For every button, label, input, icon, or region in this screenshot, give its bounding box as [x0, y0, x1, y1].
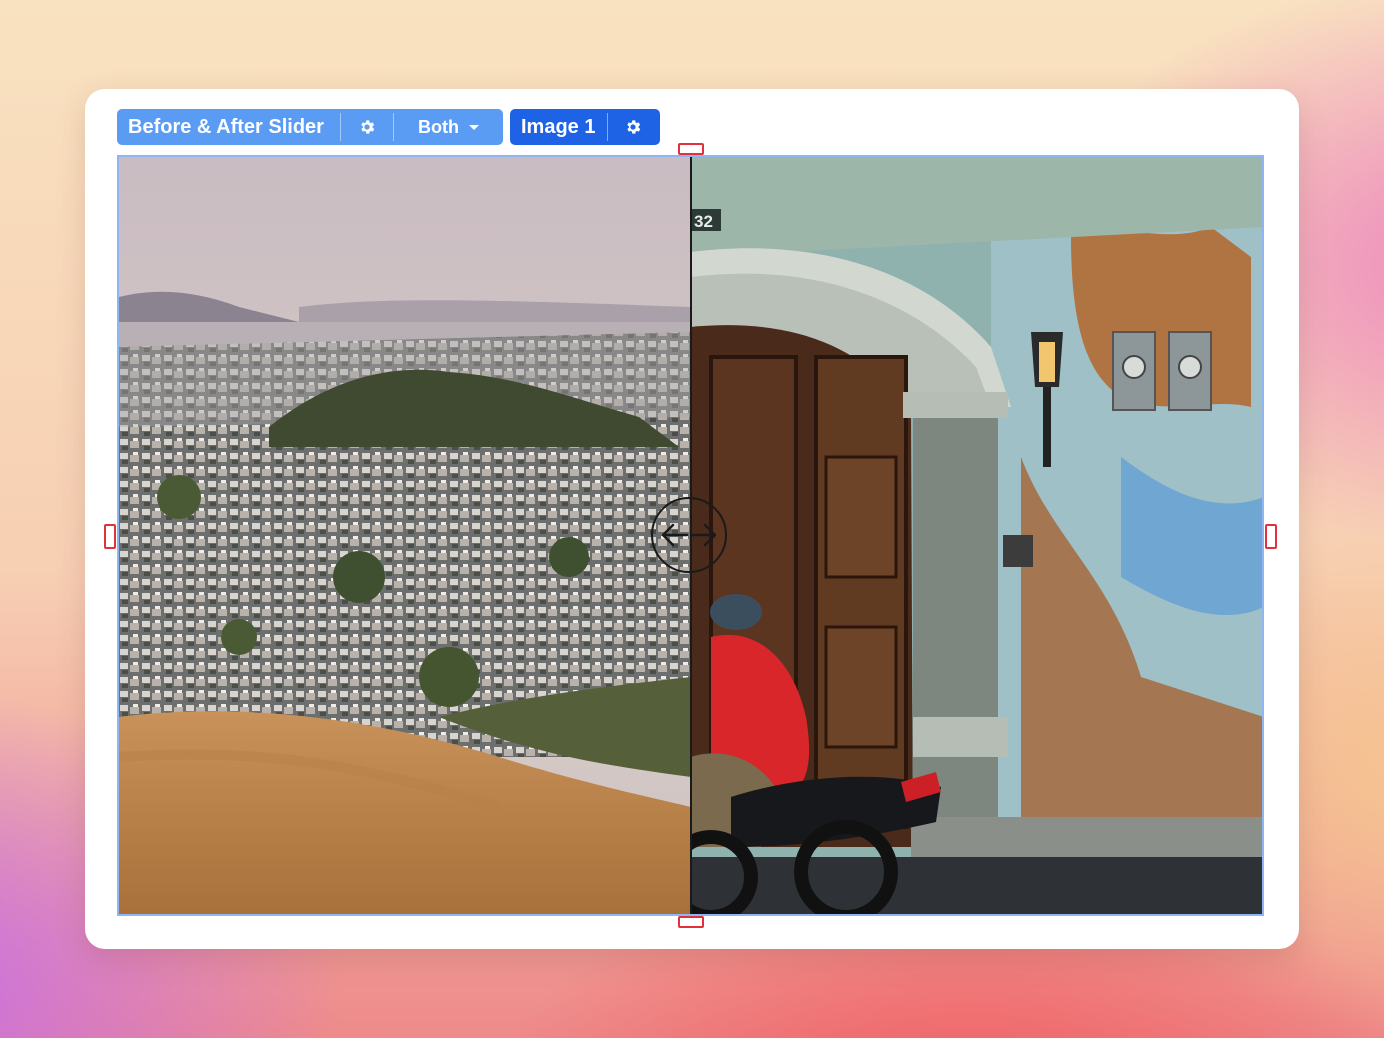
gear-icon: [361, 120, 375, 134]
gear-icon: [627, 120, 641, 134]
selected-element-label[interactable]: Image 1: [510, 116, 607, 139]
display-mode-value: Both: [418, 116, 459, 137]
resize-handle-top[interactable]: [678, 143, 704, 155]
widget-settings-button[interactable]: [341, 109, 393, 145]
selected-element-toolbar: Image 1: [510, 109, 660, 145]
after-image: 32: [691, 157, 1262, 914]
display-mode-dropdown[interactable]: Both: [394, 109, 503, 145]
slider-drag-handle[interactable]: [651, 497, 727, 573]
widget-toolbar: Before & After Slider Both: [117, 109, 503, 145]
resize-handle-left[interactable]: [104, 524, 116, 549]
widget-name-label[interactable]: Before & After Slider: [117, 116, 340, 139]
before-image: [119, 157, 691, 914]
caret-down-icon: [468, 124, 479, 130]
left-right-arrows-icon: [661, 523, 717, 547]
house-number-sign: 32: [694, 212, 713, 231]
image-settings-button[interactable]: [608, 109, 658, 145]
resize-handle-bottom[interactable]: [678, 916, 704, 928]
resize-handle-right[interactable]: [1265, 524, 1277, 549]
